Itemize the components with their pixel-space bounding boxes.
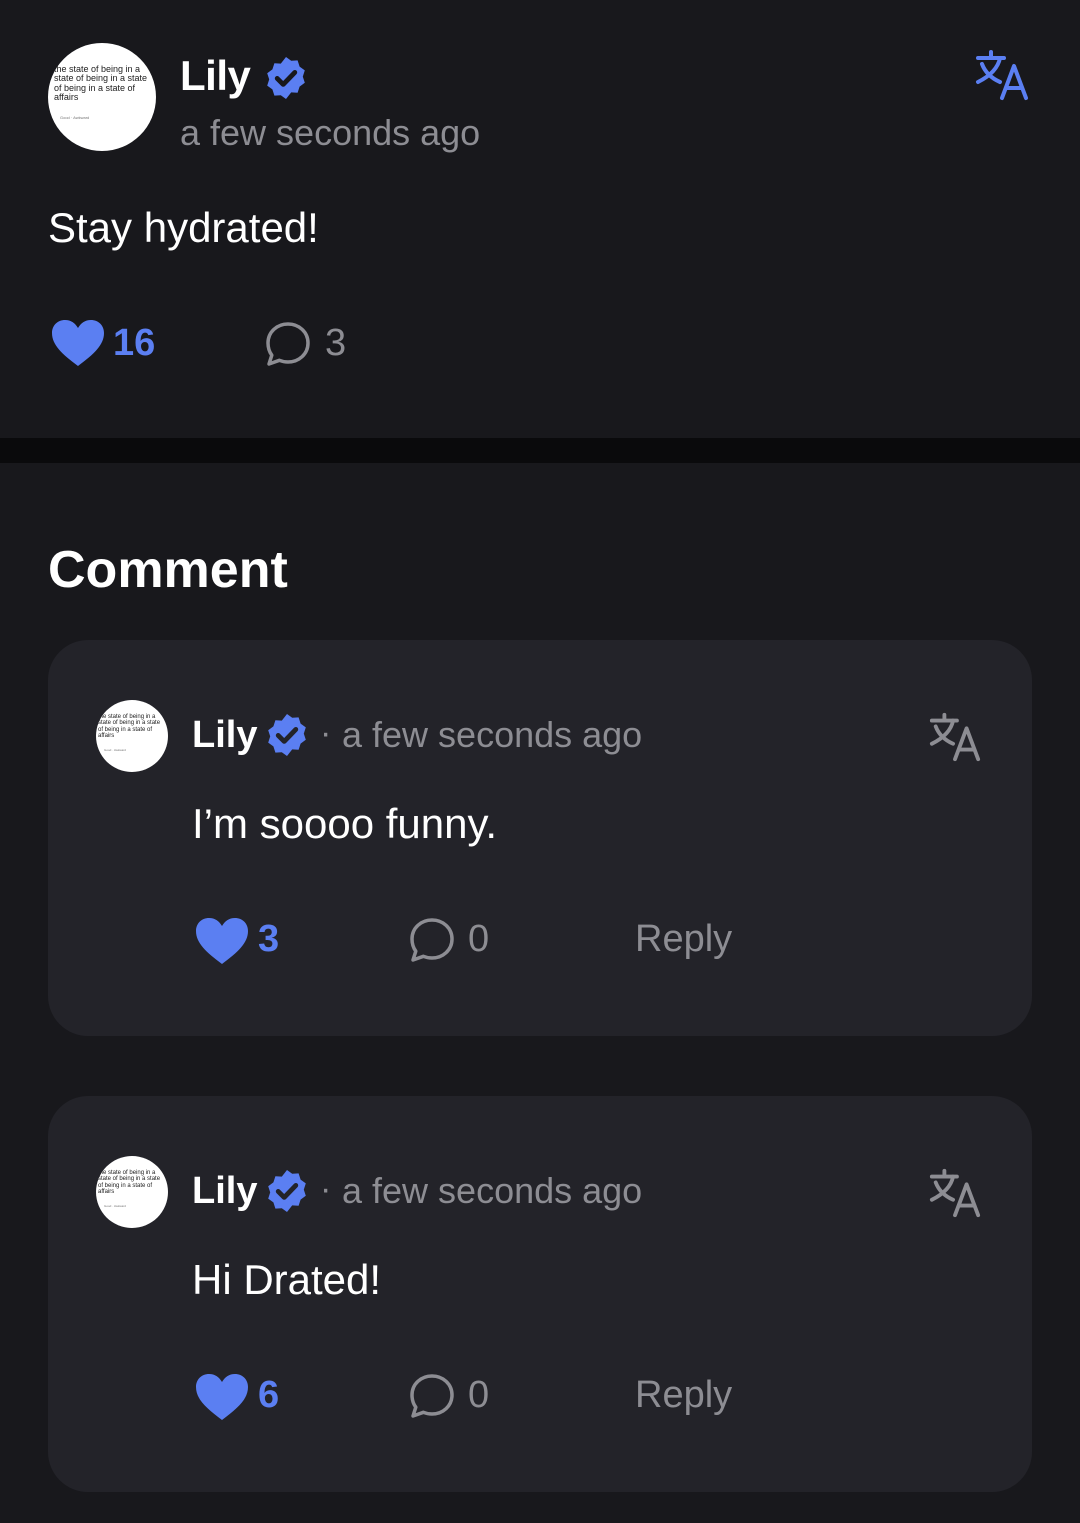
heart-icon[interactable] (194, 1372, 250, 1422)
avatar-text: the state of being in a state of being i… (98, 1170, 161, 1195)
section-divider (0, 438, 1080, 463)
verified-badge-icon (268, 1170, 306, 1212)
like-count: 3 (258, 918, 280, 960)
comment-card: the state of being in a state of being i… (48, 1096, 1032, 1492)
verified-badge-icon (268, 714, 306, 756)
avatar[interactable]: the state of being in a state of being i… (96, 700, 168, 772)
comment-author-name[interactable]: Lily (192, 1170, 257, 1213)
comment-card: the state of being in a state of being i… (48, 640, 1032, 1036)
post-author-name[interactable]: Lily (180, 52, 251, 100)
reply-button[interactable]: Reply (635, 1374, 732, 1417)
post: the state of being in a state of being i… (0, 0, 1080, 438)
verified-badge-icon (267, 57, 305, 99)
like-count: 6 (258, 1374, 280, 1416)
avatar-footer: Good · Awkward (104, 748, 126, 752)
translate-icon[interactable] (928, 710, 982, 764)
comment-count: 3 (325, 322, 347, 364)
comment-author-name[interactable]: Lily (192, 714, 257, 757)
translate-icon[interactable] (974, 48, 1030, 102)
reply-count: 0 (468, 918, 490, 960)
comment-body: Hi Drated! (192, 1256, 382, 1303)
avatar[interactable]: the state of being in a state of being i… (96, 1156, 168, 1228)
avatar-footer: Good · Awkward (104, 1204, 126, 1208)
speech-bubble-icon[interactable] (264, 320, 312, 368)
speech-bubble-icon[interactable] (408, 1372, 456, 1420)
reply-count: 0 (468, 1374, 490, 1416)
comment-body: I’m soooo funny. (192, 800, 498, 847)
reply-button[interactable]: Reply (635, 918, 732, 961)
post-body: Stay hydrated! (48, 204, 319, 251)
heart-icon[interactable] (194, 916, 250, 966)
comment-timestamp: a few seconds ago (342, 1170, 643, 1211)
comments-heading: Comment (48, 541, 288, 599)
separator-dot: · (320, 714, 332, 752)
separator-dot: · (320, 1170, 332, 1208)
speech-bubble-icon[interactable] (408, 916, 456, 964)
avatar-text: the state of being in a state of being i… (54, 64, 148, 103)
avatar-text: the state of being in a state of being i… (98, 714, 161, 739)
comment-timestamp: a few seconds ago (342, 714, 643, 755)
avatar[interactable]: the state of being in a state of being i… (48, 43, 156, 151)
post-timestamp: a few seconds ago (180, 112, 481, 153)
avatar-footer: Good · Awkward (60, 115, 90, 120)
translate-icon[interactable] (928, 1166, 982, 1220)
heart-icon[interactable] (50, 318, 106, 368)
like-count: 16 (113, 322, 156, 364)
